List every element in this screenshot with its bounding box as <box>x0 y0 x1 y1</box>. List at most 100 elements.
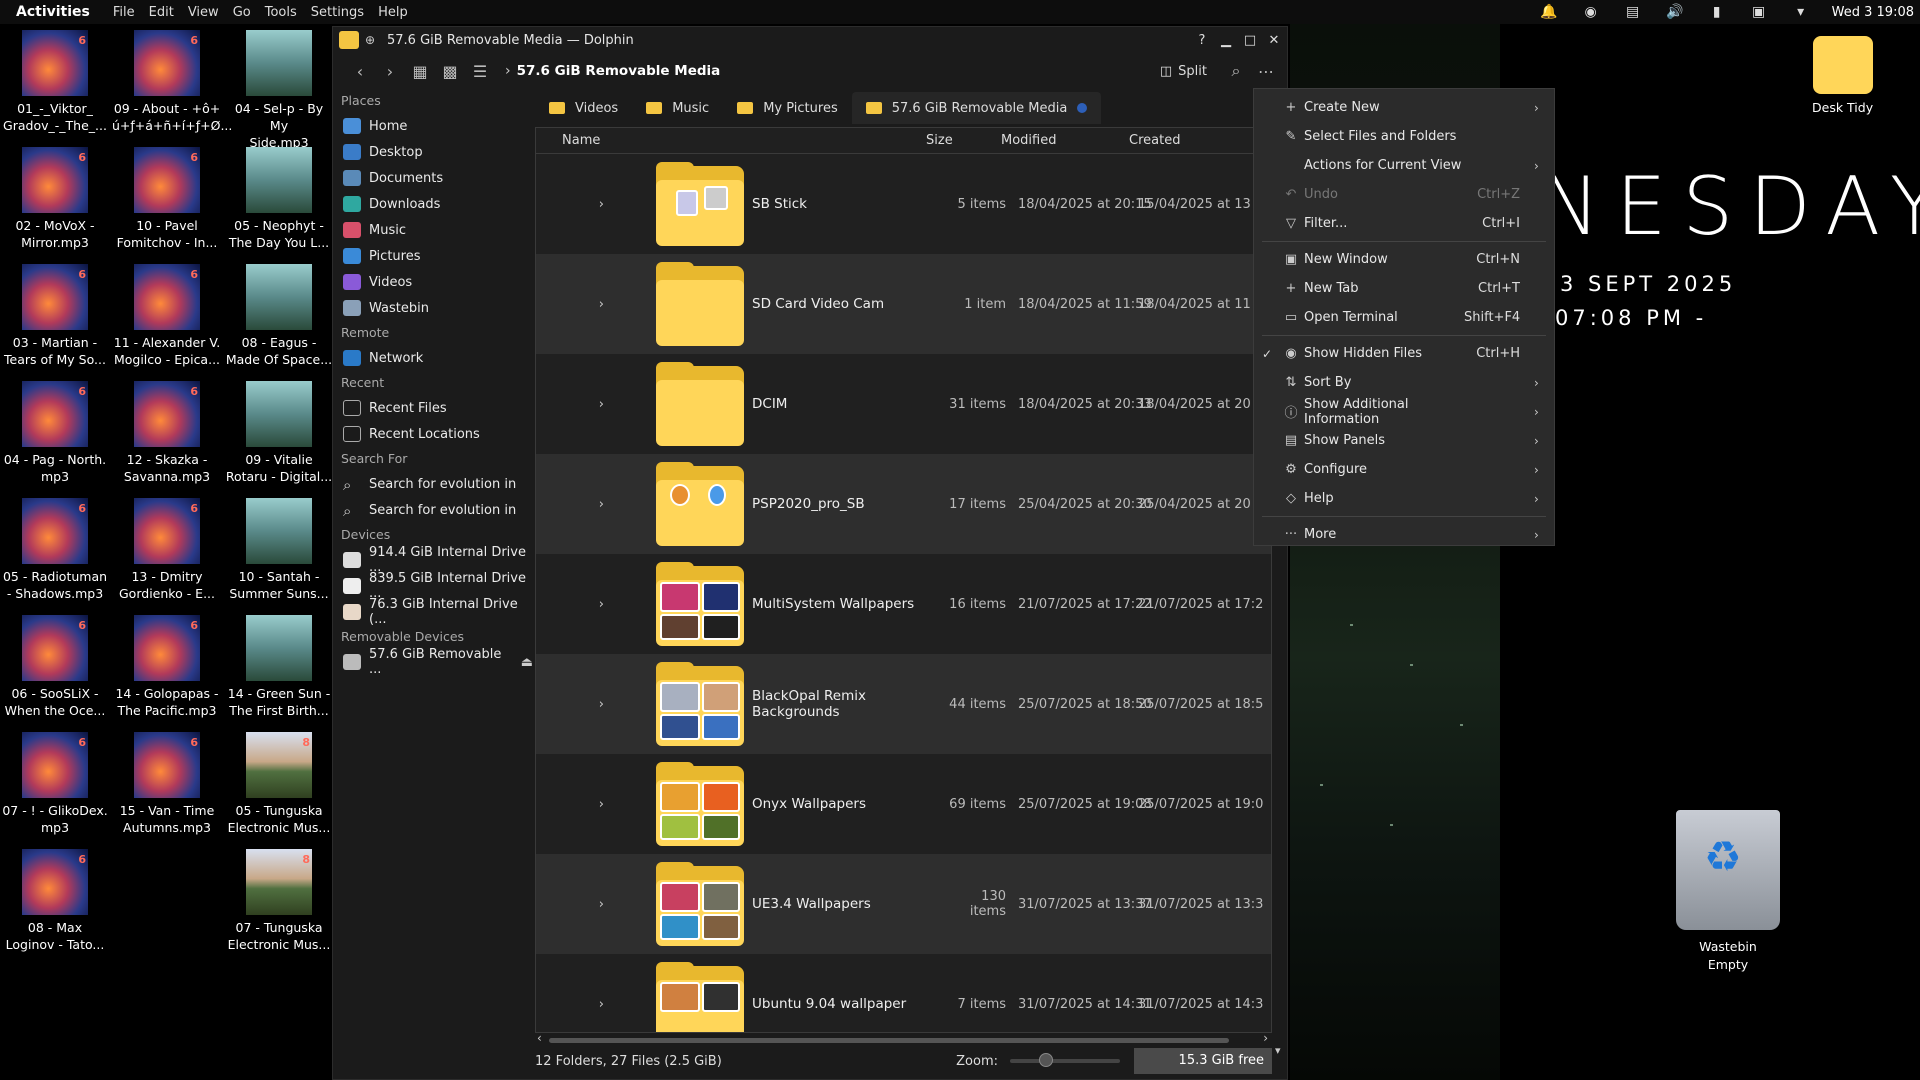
details-view-icon[interactable]: ☰ <box>465 57 495 85</box>
sidebar-item-search[interactable]: ⌕ Search for evolution in <box>341 497 533 523</box>
wastebin-shortcut[interactable]: ♻ Wastebin Empty <box>1663 810 1793 974</box>
desktop-file-icon[interactable]: 10 - Santah - Summer Suns... <box>224 498 334 602</box>
hamburger-menu-icon[interactable]: ⋯ <box>1251 57 1281 85</box>
sidebar-item-music[interactable]: Music <box>341 217 533 243</box>
notifications-icon[interactable]: 🔔 <box>1540 3 1558 21</box>
sidebar-item-downloads[interactable]: Downloads <box>341 191 533 217</box>
sidebar-item-search[interactable]: ⌕ Search for evolution in <box>341 471 533 497</box>
column-modified[interactable]: Modified <box>1001 133 1129 148</box>
table-row[interactable]: › Onyx Wallpapers 69 items 25/07/2025 at… <box>536 754 1271 854</box>
chevron-down-icon[interactable]: ▾ <box>1792 3 1810 21</box>
clock[interactable]: Wed 3 19:08 <box>1822 5 1920 20</box>
table-row[interactable]: › Ubuntu 9.04 wallpaper 7 items 31/07/20… <box>536 954 1271 1032</box>
desktop-file-icon[interactable]: 6 05 - Radiotuman - Shadows.mp3 <box>0 498 110 602</box>
menu-item-new-window[interactable]: ▣ New Window Ctrl+N <box>1254 245 1554 274</box>
menu-item-configure[interactable]: ⚙ Configure › <box>1254 455 1554 484</box>
menu-go[interactable]: Go <box>226 5 258 20</box>
expand-chevron-icon[interactable]: › <box>536 597 616 612</box>
tab-videos[interactable]: Videos <box>535 92 632 124</box>
desktop-file-icon[interactable]: 6 01_-_Viktor_ Gradov_-_The_... <box>0 30 110 134</box>
scroll-left-icon[interactable]: ‹ <box>537 1031 542 1045</box>
sidebar-item-wastebin[interactable]: Wastebin <box>341 295 533 321</box>
help-button[interactable]: ? <box>1191 30 1213 50</box>
search-icon[interactable]: ⌕ <box>1221 57 1251 85</box>
expand-chevron-icon[interactable]: › <box>536 897 616 912</box>
desktop-file-icon[interactable]: 6 14 - Golopapas - The Pacific.mp3 <box>112 615 222 719</box>
desktop-file-icon[interactable]: 6 04 - Pag - North. mp3 <box>0 381 110 485</box>
menu-item-more[interactable]: ··· More › <box>1254 520 1554 549</box>
desk-tidy-shortcut[interactable]: Desk Tidy <box>1812 36 1873 115</box>
desktop-file-icon[interactable]: 6 11 - Alexander V. Mogilco - Epica... <box>112 264 222 368</box>
table-row[interactable]: › MultiSystem Wallpapers 16 items 21/07/… <box>536 554 1271 654</box>
menu-item-show-additional-information[interactable]: ⓘ Show Additional Information › <box>1254 397 1554 427</box>
menu-item-help[interactable]: ◇ Help › <box>1254 484 1554 513</box>
sidebar-item-network[interactable]: Network <box>341 345 533 371</box>
table-row[interactable]: › DCIM 31 items 18/04/2025 at 20:33 18/0… <box>536 354 1271 454</box>
desktop-file-icon[interactable]: 6 12 - Skazka - Savanna.mp3 <box>112 381 222 485</box>
menu-item-open-terminal[interactable]: ▭ Open Terminal Shift+F4 <box>1254 303 1554 332</box>
desktop-file-icon[interactable]: 14 - Green Sun - The First Birth... <box>224 615 334 719</box>
sidebar-item-drive[interactable]: 914.4 GiB Internal Drive ... <box>341 545 533 575</box>
forward-arrow-icon[interactable]: › <box>375 57 405 85</box>
breadcrumb[interactable]: 57.6 GiB Removable Media <box>517 63 1160 79</box>
tab-my-pictures[interactable]: My Pictures <box>723 92 852 124</box>
desktop-file-icon[interactable]: 6 07 - ! - GlikoDex. mp3 <box>0 732 110 836</box>
expand-chevron-icon[interactable]: › <box>536 697 616 712</box>
zoom-slider[interactable] <box>1010 1053 1120 1067</box>
expand-chevron-icon[interactable]: › <box>536 497 616 512</box>
column-name[interactable]: Name <box>536 133 926 148</box>
free-space-indicator[interactable]: 15.3 GiB free <box>1134 1048 1272 1074</box>
expand-chevron-icon[interactable]: › <box>536 297 616 312</box>
desktop-file-icon[interactable]: 8 07 - Tunguska Electronic Mus... <box>224 849 334 953</box>
menu-item-undo[interactable]: ↶ Undo Ctrl+Z <box>1254 180 1554 209</box>
sidebar-item-recent-locations[interactable]: Recent Locations <box>341 421 533 447</box>
back-arrow-icon[interactable]: ‹ <box>345 57 375 85</box>
minimize-button[interactable]: ▁ <box>1215 30 1237 50</box>
sidebar-item-home[interactable]: Home <box>341 113 533 139</box>
menu-view[interactable]: View <box>181 5 226 20</box>
desktop-file-icon[interactable]: 08 - Eagus - Made Of Space... <box>224 264 334 368</box>
scroll-right-icon[interactable]: › <box>1263 1031 1268 1045</box>
split-button[interactable]: ◫ Split <box>1160 64 1207 79</box>
menu-item-new-tab[interactable]: + New Tab Ctrl+T <box>1254 274 1554 303</box>
tab-removable-media[interactable]: 57.6 GiB Removable Media <box>851 92 1102 124</box>
maximize-button[interactable]: □ <box>1239 30 1261 50</box>
icons-view-icon[interactable]: ▦ <box>405 57 435 85</box>
table-row[interactable]: › PSP2020_pro_SB 17 items 25/04/2025 at … <box>536 454 1271 554</box>
clipboard-icon[interactable]: ▤ <box>1624 3 1642 21</box>
expand-chevron-icon[interactable]: › <box>536 797 616 812</box>
sidebar-item-pictures[interactable]: Pictures <box>341 243 533 269</box>
display-icon[interactable]: ▣ <box>1750 3 1768 21</box>
zoom-slider-handle[interactable] <box>1039 1053 1053 1067</box>
desktop-file-icon[interactable]: 6 08 - Max Loginov - Tato... <box>0 849 110 953</box>
desktop-file-icon[interactable]: 6 15 - Van - Time Autumns.mp3 <box>112 732 222 836</box>
menu-item-sort-by[interactable]: ⇅ Sort By › <box>1254 368 1554 397</box>
menu-item-actions-for-current-view[interactable]: Actions for Current View › <box>1254 151 1554 180</box>
desktop-file-icon[interactable]: 8 05 - Tunguska Electronic Mus... <box>224 732 334 836</box>
desktop-file-icon[interactable]: 09 - Vitalie Rotaru - Digital... <box>224 381 334 485</box>
menu-item-create-new[interactable]: + Create New › <box>1254 93 1554 122</box>
menu-help[interactable]: Help <box>371 5 415 20</box>
eject-icon[interactable]: ⏏ <box>521 655 533 670</box>
desktop-file-icon[interactable]: 05 - Neophyt - The Day You L... <box>224 147 334 251</box>
volume-icon[interactable]: 🔊 <box>1666 3 1684 21</box>
table-row[interactable]: › BlackOpal Remix Backgrounds 44 items 2… <box>536 654 1271 754</box>
desktop-file-icon[interactable]: 6 09 - About - +ô+ ú+ƒ+á+ñ+í+ƒ+Ø... <box>112 30 232 134</box>
desktop-file-icon[interactable]: 6 03 - Martian - Tears of My So... <box>0 264 110 368</box>
scrollbar-thumb[interactable] <box>549 1038 1229 1043</box>
pin-icon[interactable]: ⊕ <box>365 33 381 47</box>
compact-view-icon[interactable]: ▩ <box>435 57 465 85</box>
table-row[interactable]: › UE3.4 Wallpapers 130 items 31/07/2025 … <box>536 854 1271 954</box>
expand-chevron-icon[interactable]: › <box>536 197 616 212</box>
menu-edit[interactable]: Edit <box>142 5 181 20</box>
column-created[interactable]: Created <box>1129 133 1249 148</box>
sidebar-item-desktop[interactable]: Desktop <box>341 139 533 165</box>
sidebar-item-drive[interactable]: 76.3 GiB Internal Drive (... <box>341 597 533 627</box>
desktop-file-icon[interactable]: 6 06 - SooSLiX - When the Oce... <box>0 615 110 719</box>
desktop-file-icon[interactable]: 6 10 - Pavel Fomitchov - In... <box>112 147 222 251</box>
scroll-down-icon[interactable]: ▾ <box>1275 1044 1281 1057</box>
sidebar-item-videos[interactable]: Videos <box>341 269 533 295</box>
desktop-file-icon[interactable]: 6 13 - Dmitry Gordienko - E... <box>112 498 222 602</box>
menu-item-select-files-and-folders[interactable]: ✎ Select Files and Folders <box>1254 122 1554 151</box>
table-row[interactable]: › SB Stick 5 items 18/04/2025 at 20:15 1… <box>536 154 1271 254</box>
